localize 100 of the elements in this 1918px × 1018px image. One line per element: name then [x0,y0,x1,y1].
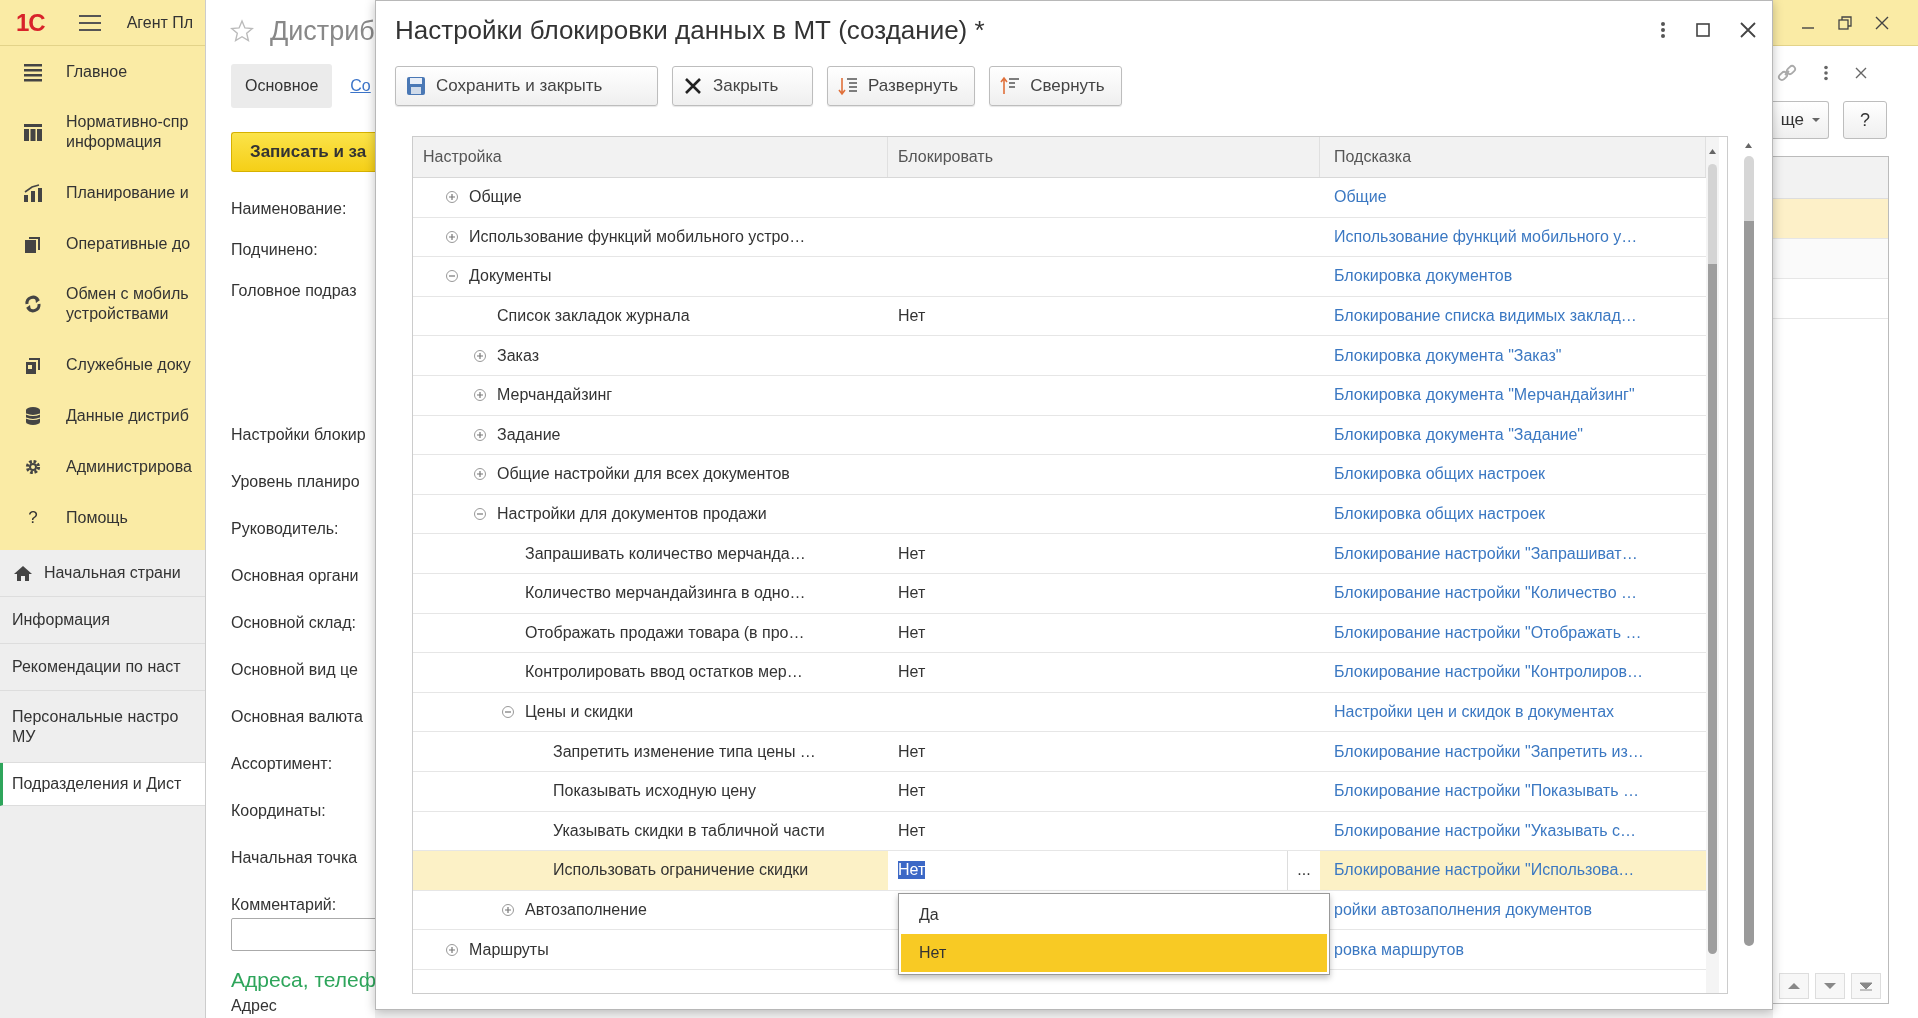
nav-item[interactable]: Подразделения и Дист [0,763,205,806]
field-label: Адрес [231,997,278,1015]
table-cell: Автозаполнение [525,901,647,919]
hint-link[interactable]: Блокирование настройки "Запретить из… [1334,742,1644,761]
field-label: Руководитель: [231,518,340,539]
hint-link[interactable]: Блокирование настройки "Количество … [1334,584,1638,603]
field-label: Основная валюта [231,706,364,727]
table-cell: Документы [469,267,552,286]
choice-button[interactable]: ... [1288,851,1320,890]
toolbar-button[interactable]: Закрыть [672,66,813,106]
hint-link[interactable]: Блокировка документа "Заказ" [1334,346,1562,365]
table-cell: Использование функций мобильного устро… [469,227,806,246]
field-label: Подчинено: [231,239,319,260]
table-row[interactable]: Мерчандайзинг Блокировка документа "Мерчандайзинг" [413,375,1706,416]
hint-link[interactable]: Блокирование настройки "Указывать с… [1334,821,1636,840]
table-cell: Нет [898,663,926,682]
field-label: Уровень планиро [231,471,361,492]
table-row[interactable]: Использовать ограничение скидки Нет ... Блокирование настройки "Использова… [413,851,1706,891]
table-cell: Мерчандайзинг [497,386,613,405]
sidebar-item[interactable]: Обмен с мобиль устройствами [0,269,205,339]
table-row[interactable]: Документы Блокировка документов [413,257,1706,297]
table-row[interactable]: Цены и скидки Настройки цен и скидок в документах [413,692,1706,733]
table-cell: Использовать ограничение скидки [553,861,809,880]
table-row[interactable]: Количество мерчандайзинга в одно… Нет Блокирование настройки "Количество … [413,573,1706,614]
field-label: Основной склад: [231,612,357,633]
toolbar-button[interactable]: Свернуть [989,66,1122,106]
hint-link[interactable]: Общие [1334,188,1387,207]
table-cell: Заказ [497,346,539,365]
table-row[interactable]: Список закладок журнала Нет Блокирование списка видимых заклад… [413,296,1706,337]
table-row[interactable]: Использование функций мобильного устро… Использование функций мобильного у… [413,217,1706,258]
field-label: Наименование: [231,198,348,219]
table-cell: Общие настройки для всех документов [497,465,790,484]
sidebar-item[interactable]: Планирование и [0,167,205,218]
sidebar-item[interactable]: Нормативно-спр информация [0,97,205,167]
more-button[interactable]: ще [1773,101,1829,139]
save-button[interactable]: Записать и за [231,132,375,172]
dropdown-option[interactable]: Нет [901,934,1327,972]
sidebar-item[interactable]: Служебные доку [0,339,205,390]
table-cell: Общие [469,188,522,207]
sidebar-item[interactable]: Администрирова [0,441,205,492]
table-cell: Нет [898,782,926,801]
hint-link[interactable]: ровка маршрутов [1334,940,1464,959]
toolbar-button[interactable]: Развернуть [827,66,976,106]
field-label: Ассортимент: [231,753,334,774]
table-row[interactable]: Задание Блокировка документа "Задание" [413,415,1706,456]
hint-link[interactable]: Блокировка документов [1334,267,1513,286]
table-row[interactable]: Заказ Блокировка документа "Заказ" [413,336,1706,376]
sidebar-item[interactable]: Данные дистриб [0,390,205,441]
hint-link[interactable]: Блокировка общих настроек [1334,465,1546,484]
hint-link[interactable]: Блокирование настройки "Контролиров… [1334,663,1644,682]
hint-link[interactable]: Блокирование настройки "Отображать … [1334,623,1642,642]
toolbar-button[interactable]: Сохранить и закрыть [395,66,658,106]
hint-link[interactable]: ройки автозаполнения документов [1334,901,1592,919]
hint-link[interactable]: Блокирование списка видимых заклад… [1334,307,1637,326]
column-header[interactable]: Настройка [413,137,888,177]
hint-link[interactable]: Блокирование настройки "Использова… [1334,861,1635,880]
table-row[interactable]: Показывать исходную цену Нет Блокирование настройки "Показывать … [413,771,1706,812]
table-cell: Нет [898,544,926,563]
table-row[interactable]: Контролировать ввод остатков мер… Нет Блокирование настройки "Контролиров… [413,653,1706,693]
table-cell: Показывать исходную цену [553,782,756,801]
table-cell: Указывать скидки в табличной части [553,821,825,840]
hint-link[interactable]: Блокировка общих настроек [1334,505,1546,524]
field-label: Головное подраз [231,280,358,301]
table-cell: Нет [898,307,926,326]
sidebar-item[interactable]: ? Помощь [0,492,205,543]
logo: 1С [16,8,45,37]
hint-link[interactable]: Блокировка документа "Мерчандайзинг" [1334,386,1635,405]
help-button[interactable]: ? [1843,101,1887,139]
table-row[interactable]: Общие Общие [413,178,1706,218]
table-cell: Нет [898,623,926,642]
table-cell: Нет [898,821,926,840]
field-label: Основной вид це [231,659,359,680]
hint-link[interactable]: Использование функций мобильного у… [1334,227,1638,246]
table-cell: Задание [497,425,561,444]
table-row[interactable]: Общие настройки для всех документов Блокировка общих настроек [413,455,1706,495]
hint-link[interactable]: Настройки цен и скидок в документах [1334,703,1615,721]
table-cell: Количество мерчандайзинга в одно… [525,584,806,603]
field-label: Комментарий: [231,894,338,915]
tab[interactable]: Со [350,77,371,95]
table-row[interactable]: Запретить изменение типа цены … Нет Блокирование настройки "Запретить из… [413,732,1706,772]
table-row[interactable]: Запрашивать количество мерчанда… Нет Блокирование настройки "Запрашиват… [413,534,1706,574]
tab[interactable]: Основное [231,64,333,108]
dialog-title: Настройки блокировки данных в МТ (создание) * [395,14,985,46]
column-header[interactable]: Блокировать [888,137,1320,177]
table-row[interactable]: Настройки для документов продажи Блокировка общих настроек [413,494,1706,535]
value-field[interactable]: Нет [888,851,1288,890]
hint-link[interactable]: Блокирование настройки "Запрашиват… [1334,544,1638,563]
table-cell: Список закладок журнала [497,307,690,326]
table-cell: Контролировать ввод остатков мер… [525,663,803,682]
sidebar-item[interactable]: Оперативные до [0,218,205,269]
table-cell: Отображать продажи товара (в про… [525,623,805,642]
field-label: Настройки блокир [231,424,367,445]
hint-link[interactable]: Блокирование настройки "Показывать … [1334,782,1639,801]
sidebar-item[interactable]: Главное [0,46,205,97]
help-icon: ? [23,507,43,528]
table-cell: Нет [898,584,926,603]
hint-link[interactable]: Блокировка документа "Задание" [1334,425,1583,444]
table-row[interactable]: Отображать продажи товара (в про… Нет Блокирование настройки "Отображать … [413,613,1706,654]
table-cell: Настройки для документов продажи [497,505,767,524]
field-label: Основная органи [231,565,360,586]
